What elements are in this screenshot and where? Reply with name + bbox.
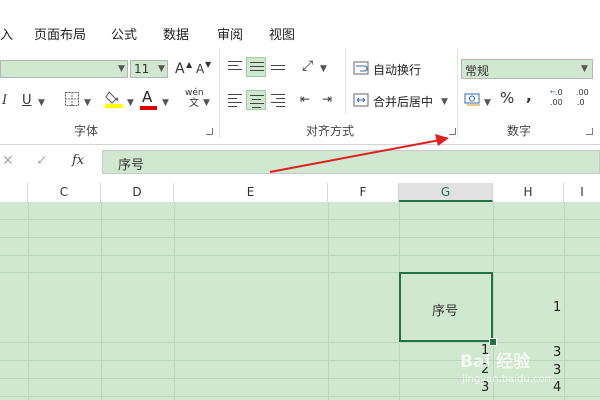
annotation-arrow bbox=[269, 134, 449, 173]
